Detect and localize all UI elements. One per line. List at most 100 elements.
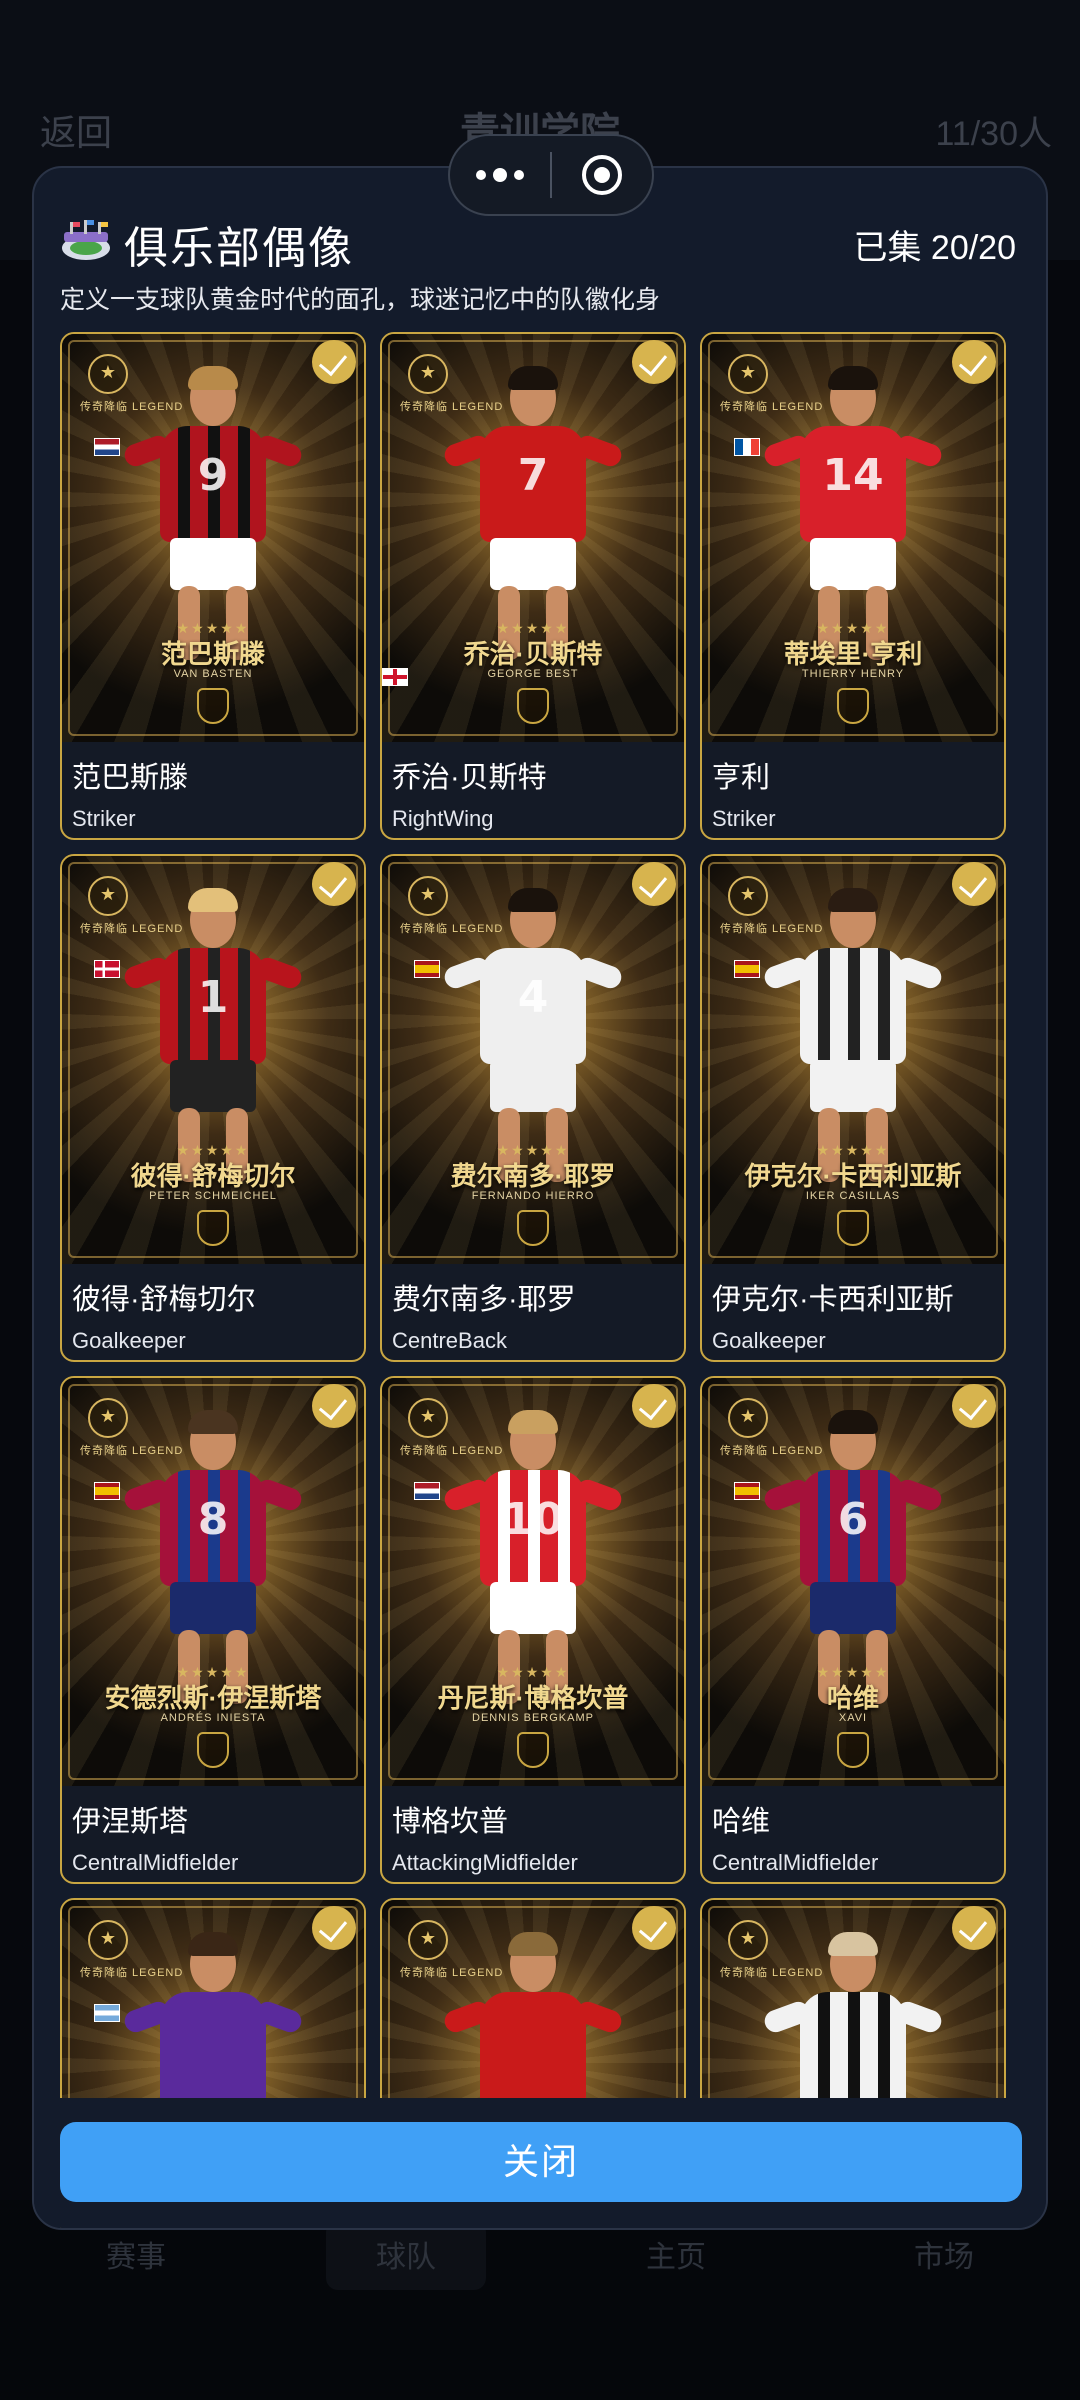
card-name-en: ANDRÉS INIESTA <box>160 1712 266 1724</box>
card-grid-scroll[interactable]: 传奇降临 LEGEND 9 ★★★★★ 范巴斯滕 VAN BASTEN 范巴斯滕… <box>60 332 1024 2228</box>
nav-item-market[interactable]: 市场 <box>864 2232 1024 2276</box>
player-name: 哈维 <box>712 1806 771 1838</box>
player-position: CentralMidfielder <box>72 1850 239 1875</box>
club-emblem-icon <box>197 688 229 724</box>
checkmark-icon <box>952 862 996 906</box>
card-info: 哈维 CentralMidfielder <box>702 1786 1004 1882</box>
modal-title: 俱乐部偶像 <box>124 224 354 273</box>
nation-flag-icon <box>734 438 760 456</box>
checkmark-icon <box>312 862 356 906</box>
player-name: 博格坎普 <box>392 1806 509 1838</box>
card-info: 伊克尔·卡西利亚斯 Goalkeeper <box>702 1264 1004 1360</box>
legend-crest-icon <box>88 1920 128 1960</box>
card-artwork: 传奇降临 LEGEND 1 ★★★★★ 彼得·舒梅切尔 PETER SCHMEI… <box>62 856 364 1264</box>
card-name-cn: 乔治·贝斯特 <box>463 639 603 669</box>
more-menu-button[interactable] <box>450 136 550 214</box>
club-emblem-icon <box>517 1210 549 1246</box>
card-name-cn: 费尔南多·耶罗 <box>450 1161 616 1191</box>
card-artwork: 传奇降临 LEGEND 6 ★★★★★ 哈维 XAVI <box>702 1378 1004 1786</box>
legend-crest-icon <box>728 354 768 394</box>
checkmark-icon <box>632 862 676 906</box>
idol-card[interactable]: 传奇降临 LEGEND ★★★★★ 伊克尔·卡西利亚斯 IKER CASILLA… <box>700 854 1006 1362</box>
card-info: 亨利 Striker <box>702 742 1004 838</box>
player-position: Goalkeeper <box>72 1328 186 1353</box>
card-artwork: 传奇降临 LEGEND 7 ★★★★★ 乔治·贝斯特 GEORGE BEST <box>382 334 684 742</box>
modal-header: 俱乐部偶像 已集 20/20 <box>60 208 1020 278</box>
miniprogram-capsule <box>448 134 654 216</box>
jersey-number: 4 <box>517 972 549 1023</box>
checkmark-icon <box>312 340 356 384</box>
card-artwork: 传奇降临 LEGEND 4 ★★★★★ 费尔南多·耶罗 FERNANDO HIE… <box>382 856 684 1264</box>
idol-card[interactable]: 传奇降临 LEGEND 8 ★★★★★ 安德烈斯·伊涅斯塔 ANDRÉS INI… <box>60 1376 366 1884</box>
player-count: 11/30人 <box>935 115 1052 153</box>
idol-card[interactable]: 传奇降临 LEGEND 4 ★★★★★ 费尔南多·耶罗 FERNANDO HIE… <box>380 854 686 1362</box>
checkmark-icon <box>632 340 676 384</box>
exit-button[interactable] <box>552 136 652 214</box>
idol-card[interactable]: 传奇降临 LEGEND 10 ★★★★★ 丹尼斯·博格坎普 DENNIS BER… <box>380 1376 686 1884</box>
legend-crest-icon <box>88 876 128 916</box>
player-name: 亨利 <box>712 762 771 794</box>
card-name-cn: 范巴斯滕 <box>160 639 265 669</box>
player-name: 伊涅斯塔 <box>72 1806 189 1838</box>
nation-flag-icon <box>94 960 120 978</box>
card-name-en: GEORGE BEST <box>487 668 579 680</box>
idol-card[interactable]: 传奇降临 LEGEND 7 ★★★★★ 乔治·贝斯特 GEORGE BEST 乔… <box>380 332 686 840</box>
idol-card[interactable]: 传奇降临 LEGEND 1 ★★★★★ 彼得·舒梅切尔 PETER SCHMEI… <box>60 854 366 1362</box>
collected-count: 已集 20/20 <box>853 229 1016 267</box>
card-grid: 传奇降临 LEGEND 9 ★★★★★ 范巴斯滕 VAN BASTEN 范巴斯滕… <box>60 332 1024 2228</box>
legend-crest-icon <box>408 876 448 916</box>
checkmark-icon <box>312 1906 356 1950</box>
idol-card[interactable]: 传奇降临 LEGEND 9 ★★★★★ 范巴斯滕 VAN BASTEN 范巴斯滕… <box>60 332 366 840</box>
card-info: 彼得·舒梅切尔 Goalkeeper <box>62 1264 364 1360</box>
player-position: CentreBack <box>392 1328 507 1353</box>
card-name-en: XAVI <box>838 1712 868 1724</box>
club-emblem-icon <box>517 1732 549 1768</box>
idol-card[interactable]: 传奇降临 LEGEND 14 ★★★★★ 蒂埃里·亨利 THIERRY HENR… <box>700 332 1006 840</box>
card-name-en: FERNANDO HIERRO <box>471 1190 595 1202</box>
player-name: 伊克尔·卡西利亚斯 <box>712 1284 954 1316</box>
card-name-cn: 安德烈斯·伊涅斯塔 <box>104 1683 322 1713</box>
card-name-en: VAN BASTEN <box>173 668 253 680</box>
legend-crest-icon <box>88 1398 128 1438</box>
nav-item-team[interactable]: 球队 <box>326 2220 486 2290</box>
card-name-en: THIERRY HENRY <box>801 668 905 680</box>
card-name-cn: 哈维 <box>826 1683 879 1713</box>
checkmark-icon <box>952 340 996 384</box>
more-dot-icon <box>493 168 507 182</box>
player-position: AttackingMidfielder <box>392 1850 578 1875</box>
more-dot-icon <box>514 170 524 180</box>
legend-crest-icon <box>408 354 448 394</box>
player-name: 乔治·贝斯特 <box>392 762 547 794</box>
nav-item-matches[interactable]: 赛事 <box>56 2232 216 2276</box>
card-info: 伊涅斯塔 CentralMidfielder <box>62 1786 364 1882</box>
club-emblem-icon <box>837 688 869 724</box>
player-position: CentralMidfielder <box>712 1850 879 1875</box>
player-name: 费尔南多·耶罗 <box>392 1284 576 1316</box>
player-name: 范巴斯滕 <box>72 762 189 794</box>
player-position: RightWing <box>392 806 494 831</box>
idol-card[interactable]: 传奇降临 LEGEND 6 ★★★★★ 哈维 XAVI 哈维 CentralMi… <box>700 1376 1006 1884</box>
nation-flag-icon <box>414 960 440 978</box>
player-position: Striker <box>712 806 776 831</box>
legend-crest-icon <box>408 1398 448 1438</box>
card-artwork: 传奇降临 LEGEND 14 ★★★★★ 蒂埃里·亨利 THIERRY HENR… <box>702 334 1004 742</box>
card-name-cn: 彼得·舒梅切尔 <box>130 1161 296 1191</box>
nav-item-home[interactable]: 主页 <box>596 2232 756 2276</box>
modal-subtitle: 定义一支球队黄金时代的面孔，球迷记忆中的队徽化身 <box>60 286 661 314</box>
card-info: 范巴斯滕 Striker <box>62 742 364 838</box>
club-emblem-icon <box>837 1732 869 1768</box>
club-emblem-icon <box>197 1732 229 1768</box>
jersey-number: 1 <box>197 972 229 1023</box>
player-position: Striker <box>72 806 136 831</box>
close-button[interactable]: 关闭 <box>60 2122 1022 2202</box>
legend-crest-icon <box>728 876 768 916</box>
card-info: 博格坎普 AttackingMidfielder <box>382 1786 684 1882</box>
legend-crest-icon <box>408 1920 448 1960</box>
club-icons-modal: 俱乐部偶像 已集 20/20 定义一支球队黄金时代的面孔，球迷记忆中的队徽化身 … <box>32 166 1048 2230</box>
jersey-number: 6 <box>837 1494 869 1545</box>
legend-crest-icon <box>728 1398 768 1438</box>
nation-flag-icon <box>94 2004 120 2022</box>
card-name-en: DENNIS BERGKAMP <box>472 1712 594 1724</box>
club-emblem-icon <box>837 1210 869 1246</box>
card-artwork: 传奇降临 LEGEND 9 ★★★★★ 范巴斯滕 VAN BASTEN <box>62 334 364 742</box>
